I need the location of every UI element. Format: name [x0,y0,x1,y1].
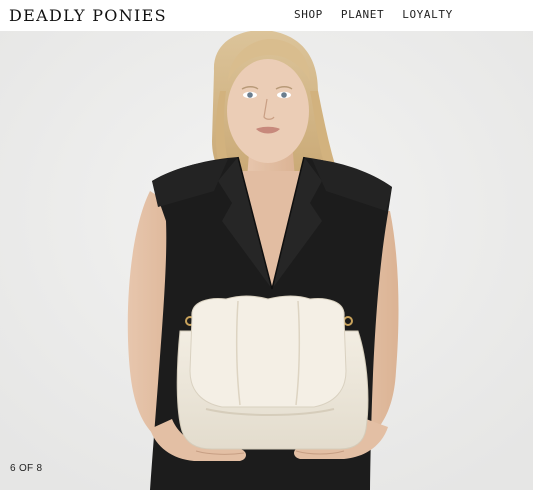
product-photo [0,31,533,490]
main-nav: SHOP PLANET LOYALTY [294,8,453,21]
site-header: DEADLY PONIES SHOP PLANET LOYALTY [0,0,533,31]
slide-counter: 6 OF 8 [10,463,43,474]
nav-link-loyalty[interactable]: LOYALTY [402,8,453,21]
site-logo[interactable]: DEADLY PONIES [9,6,167,25]
nav-link-planet[interactable]: PLANET [341,8,384,21]
product-page: DEADLY PONIES SHOP PLANET LOYALTY 6 OF 8 [0,0,533,490]
product-image-carousel[interactable] [0,31,533,490]
nav-link-shop[interactable]: SHOP [294,8,323,21]
